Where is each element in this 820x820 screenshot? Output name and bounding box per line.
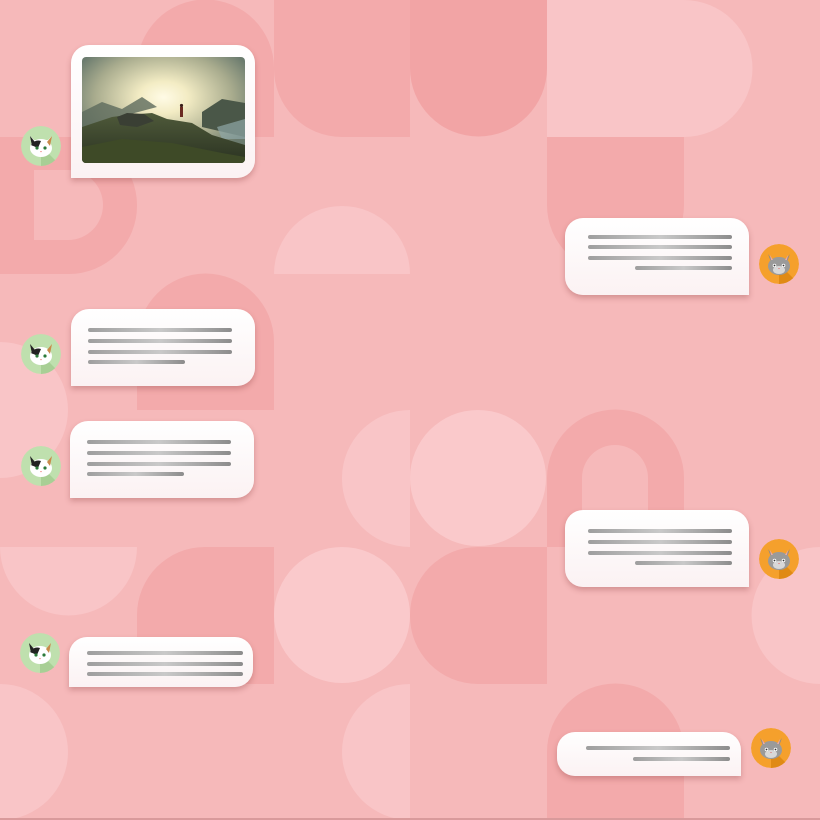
avatar-right[interactable] (759, 244, 799, 284)
redacted-text-line (88, 339, 232, 343)
message-bubble-right[interactable] (565, 218, 749, 295)
redacted-text-line (588, 245, 732, 249)
message-bubble-left[interactable] (70, 421, 254, 498)
avatar-left[interactable] (21, 334, 61, 374)
message-bubble-left[interactable] (69, 637, 253, 687)
redacted-text-line (87, 472, 184, 476)
message-bubble-right[interactable] (565, 510, 749, 587)
avatar-right[interactable] (751, 728, 791, 768)
message-bubble-right[interactable] (557, 732, 741, 776)
redacted-text-line (586, 746, 730, 750)
avatar-left[interactable] (20, 633, 60, 673)
redacted-text-line (88, 350, 232, 354)
redacted-text-line (87, 672, 243, 676)
redacted-text-line (87, 462, 231, 466)
redacted-text-line (88, 360, 185, 364)
redacted-text-line (635, 266, 732, 270)
redacted-text-line (633, 757, 730, 761)
redacted-text-line (588, 529, 732, 533)
grey-cat-icon (751, 728, 791, 768)
avatar-left[interactable] (21, 446, 61, 486)
redacted-text-line (87, 651, 243, 655)
mountain-landscape-photo[interactable] (82, 57, 245, 163)
redacted-text-line (88, 328, 232, 332)
calico-cat-icon (21, 334, 61, 374)
calico-cat-icon (21, 446, 61, 486)
calico-cat-icon (21, 126, 61, 166)
redacted-text-line (588, 540, 732, 544)
redacted-text-line (87, 451, 231, 455)
landscape-image (82, 57, 245, 163)
redacted-text-line (588, 235, 732, 239)
calico-cat-icon (20, 633, 60, 673)
grey-cat-icon (759, 539, 799, 579)
message-bubble-image[interactable] (71, 45, 255, 178)
redacted-text-line (87, 440, 231, 444)
redacted-text-line (635, 561, 732, 565)
avatar-left[interactable] (21, 126, 61, 166)
redacted-text-line (588, 551, 732, 555)
grey-cat-icon (759, 244, 799, 284)
avatar-right[interactable] (759, 539, 799, 579)
redacted-text-line (588, 256, 732, 260)
message-bubble-left[interactable] (71, 309, 255, 386)
redacted-text-line (87, 662, 243, 666)
